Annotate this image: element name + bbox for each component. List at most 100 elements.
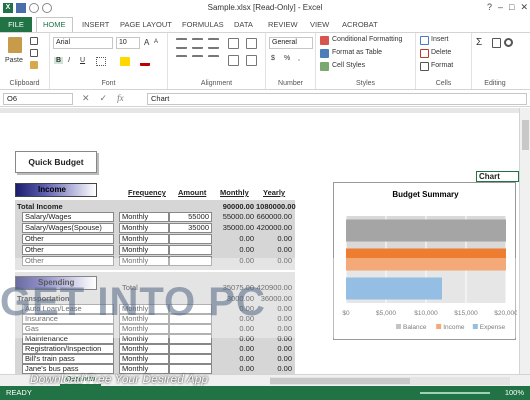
tab-formulas[interactable]: FORMULAS [182, 17, 224, 32]
font-name-select[interactable]: Arial [53, 37, 113, 49]
income-row-label[interactable]: Salary/Wages(Spouse) [22, 223, 114, 233]
income-row-frequency[interactable]: Monthly [119, 245, 169, 255]
grow-font-button[interactable]: A [144, 38, 149, 47]
cancel-icon[interactable]: ✕ [82, 93, 90, 104]
conditional-formatting-button[interactable]: Conditional Formatting [332, 36, 402, 43]
spending-row-frequency[interactable]: Monthly [119, 334, 169, 344]
format-cells-button[interactable]: Format [431, 62, 453, 69]
number-group: General $ % , Number [266, 33, 316, 89]
orientation-icon[interactable] [228, 38, 239, 49]
tab-home[interactable]: HOME [36, 17, 73, 33]
align-left-icon[interactable] [176, 55, 187, 66]
autosum-button[interactable]: Σ [476, 37, 482, 48]
income-row-amount[interactable]: 55000 [169, 212, 212, 222]
total-income-yearly: 1080000.00 [256, 202, 296, 211]
number-format-select[interactable]: General [269, 37, 313, 49]
spending-row-frequency[interactable]: Monthly [119, 324, 169, 334]
spending-row-label[interactable]: Gas [22, 324, 114, 334]
format-as-table-button[interactable]: Format as Table [332, 49, 382, 56]
spending-row-amount[interactable] [169, 344, 212, 354]
sort-filter-icon[interactable] [492, 38, 501, 48]
income-row-amount[interactable] [169, 234, 212, 244]
worksheet[interactable]: Quick Budget Income Frequency Amount Mon… [0, 108, 519, 374]
minimize-button[interactable]: – [498, 2, 503, 13]
budget-summary-chart[interactable]: Budget Summary $0 $5,000 $10,000 $15,000 $20,… [333, 182, 518, 340]
income-row-label[interactable]: Other [22, 245, 114, 255]
insert-function-icon[interactable]: fx [117, 93, 124, 104]
tab-review[interactable]: REVIEW [268, 17, 298, 32]
income-row-amount[interactable] [169, 256, 212, 266]
horizontal-scrollbar[interactable] [270, 377, 510, 385]
paste-icon[interactable] [8, 37, 22, 53]
income-row-amount[interactable] [169, 245, 212, 255]
total-income-monthly: 90000.00 [222, 202, 254, 211]
align-right-icon[interactable] [208, 55, 219, 66]
percent-button[interactable]: % [284, 55, 290, 62]
help-button[interactable]: ? [487, 2, 492, 13]
income-row-amount[interactable]: 35000 [169, 223, 212, 233]
income-row-label[interactable]: Salary/Wages [22, 212, 114, 222]
copy-icon[interactable] [30, 49, 38, 57]
income-row-frequency[interactable]: Monthly [119, 212, 169, 222]
income-row-yearly: 0.00 [277, 245, 292, 254]
spending-row-label[interactable]: Registration/Inspection [22, 344, 114, 354]
spending-row-amount[interactable] [169, 354, 212, 364]
merge-center-icon[interactable] [246, 55, 257, 66]
align-center-icon[interactable] [192, 55, 203, 66]
tab-file[interactable]: FILE [0, 17, 32, 32]
spending-row-frequency[interactable]: Monthly [119, 354, 169, 364]
spending-row-label[interactable]: Maintenance [22, 334, 114, 344]
tab-acrobat[interactable]: ACROBAT [342, 17, 378, 32]
tab-view[interactable]: VIEW [310, 17, 329, 32]
fill-color-icon[interactable] [120, 57, 130, 66]
styles-label: Styles [355, 80, 376, 87]
chart-name-cell[interactable]: Chart [476, 171, 519, 182]
shrink-font-button[interactable]: A [154, 39, 158, 45]
align-top-icon[interactable] [176, 38, 187, 49]
comma-button[interactable]: , [298, 55, 300, 62]
zoom-slider[interactable] [420, 392, 490, 394]
font-size-select[interactable]: 10 [116, 37, 140, 49]
tab-data[interactable]: DATA [234, 17, 253, 32]
delete-cells-button[interactable]: Delete [431, 49, 451, 56]
income-row-label[interactable]: Other [22, 234, 114, 244]
spending-row-amount[interactable] [169, 324, 212, 334]
horizontal-scroll-thumb[interactable] [270, 378, 410, 384]
spending-row-yearly: 0.00 [277, 364, 292, 373]
tab-page-layout[interactable]: PAGE LAYOUT [120, 17, 172, 32]
borders-icon[interactable] [96, 57, 106, 66]
bold-button[interactable]: B [54, 57, 64, 64]
indent-icon[interactable] [228, 55, 239, 66]
spending-row-label[interactable]: Bill's train pass [22, 354, 114, 364]
spending-row-amount[interactable] [169, 334, 212, 344]
name-box[interactable]: O6 [3, 93, 73, 105]
spending-row-frequency[interactable]: Monthly [119, 344, 169, 354]
vertical-scrollbar[interactable] [519, 108, 530, 374]
income-row-frequency[interactable]: Monthly [119, 256, 169, 266]
zoom-level[interactable]: 100% [505, 386, 524, 400]
formula-input[interactable]: Chart [147, 93, 527, 105]
cut-icon[interactable] [30, 37, 38, 45]
format-painter-icon[interactable] [30, 61, 38, 69]
cell-styles-button[interactable]: Cell Styles [332, 62, 365, 69]
currency-button[interactable]: $ [271, 55, 275, 62]
spending-row-monthly: 0.00 [239, 324, 254, 333]
close-button[interactable]: ✕ [520, 2, 528, 13]
align-middle-icon[interactable] [192, 38, 203, 49]
income-row-frequency[interactable]: Monthly [119, 234, 169, 244]
enter-icon[interactable]: ✓ [100, 93, 108, 104]
maximize-button[interactable]: □ [509, 2, 514, 13]
align-bottom-icon[interactable] [208, 38, 219, 49]
format-cells-icon [420, 62, 429, 71]
underline-button[interactable]: U [80, 57, 85, 64]
paste-button[interactable]: Paste [5, 57, 23, 64]
italic-button[interactable]: I [68, 57, 70, 64]
insert-cells-button[interactable]: Insert [431, 36, 449, 43]
tab-insert[interactable]: INSERT [82, 17, 109, 32]
wrap-text-icon[interactable] [246, 38, 257, 49]
income-row-label[interactable]: Other [22, 256, 114, 266]
font-color-icon[interactable] [140, 57, 150, 66]
income-row-frequency[interactable]: Monthly [119, 223, 169, 233]
find-icon[interactable] [504, 38, 513, 47]
vertical-scroll-thumb[interactable] [522, 120, 529, 150]
